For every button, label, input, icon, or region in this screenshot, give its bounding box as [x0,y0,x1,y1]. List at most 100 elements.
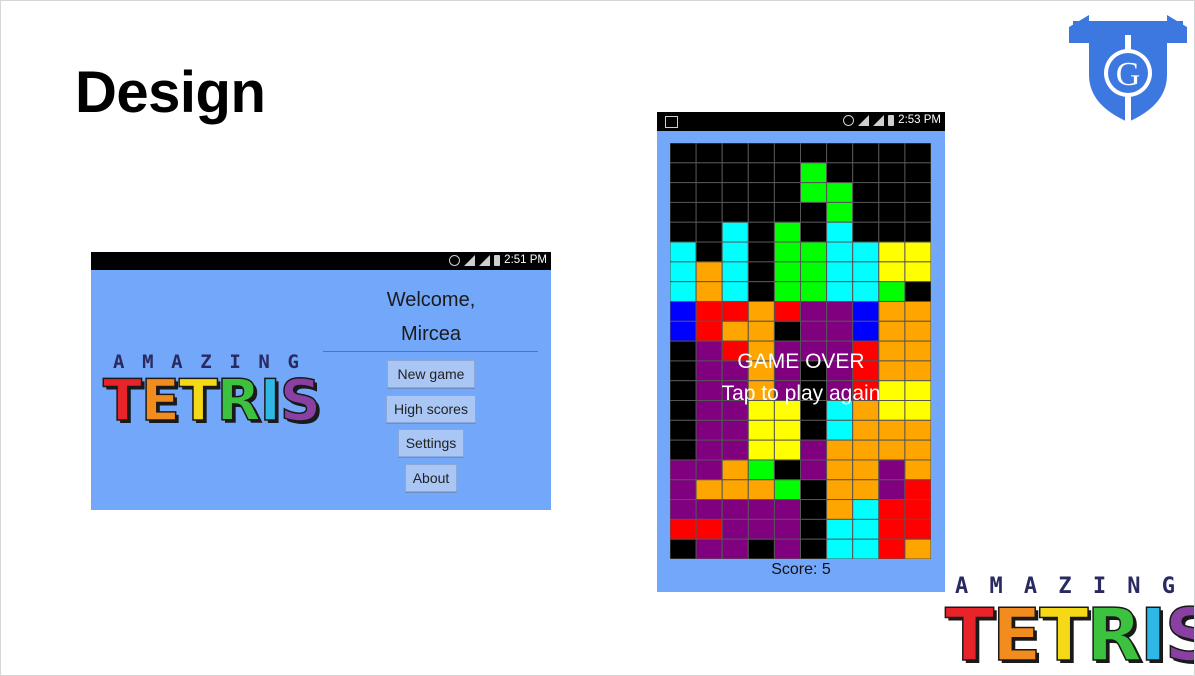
menu-screenshot: 2:51 PM AMAZING TETRIS Welcome, Mircea N… [91,252,551,510]
cell-signal-icon [873,114,885,126]
board-cell [904,538,931,559]
board-cell [747,182,775,203]
board-cell [670,143,697,164]
game-screenshot: 2:53 PM GAME OVER Tap to play again Scor… [657,112,945,592]
board-cell [721,538,749,559]
board-cell [773,518,802,540]
status-time: 2:51 PM [504,254,547,266]
board-cell [747,162,775,184]
board-cell [852,162,880,184]
status-bar: 2:53 PM [657,112,945,131]
board-cell [878,300,906,322]
board-cell [670,261,697,283]
board-cell [670,459,697,481]
board-cell [773,143,802,164]
board-cell [852,320,880,342]
board-cell [852,499,880,520]
board-cell [747,499,775,520]
score-label: Score: 5 [771,561,831,578]
tap-to-play-text[interactable]: Tap to play again [657,382,945,406]
board-cell [800,281,828,302]
settings-button[interactable]: Settings [398,429,464,457]
board-cell [747,261,775,283]
board-cell [695,162,723,184]
board-cell [800,439,828,461]
new-game-button[interactable]: New game [387,360,475,388]
board-cell [747,281,775,302]
board-cell [695,241,723,263]
board-cell [878,419,906,441]
logo-tetris-letter: R [216,368,261,434]
board-cell [721,143,749,164]
board-cell [904,162,931,184]
board-cell [800,518,828,540]
board-cell [670,281,697,302]
board-cell [695,459,723,481]
board-cell [800,320,828,342]
logo-tetris-letter: I [259,368,282,434]
board-cell [878,439,906,461]
board-cell [878,241,906,263]
board-cell [904,201,931,223]
board-cell [721,281,749,302]
board-cell [800,143,828,164]
board-cell [670,479,697,501]
board-cell [800,201,828,223]
board-cell [670,439,697,461]
logo-tetris-letter: T [178,368,218,434]
board-cell [747,201,775,223]
board-cell [695,538,723,559]
board-cell [852,518,880,540]
board-cell [878,221,906,243]
board-cell [695,143,723,164]
board-cell [878,518,906,540]
board-cell [826,479,854,501]
logo-tetris-letter: T [1039,593,1090,676]
board-cell [747,479,775,501]
user-name: Mircea [400,323,461,345]
board-cell [852,182,880,203]
board-cell [852,201,880,223]
board-cell [800,459,828,481]
board-cell [904,300,931,322]
board-cell [773,419,802,441]
board-cell [852,538,880,559]
logo-tetris-letter: T [944,593,995,676]
board-cell [773,162,802,184]
board-cell [747,300,775,322]
board-cell [878,143,906,164]
logo-tetris-letter: S [1164,598,1194,672]
board-cell [852,143,880,164]
logo-tetris-letter: R [1086,593,1143,676]
board-cell [904,320,931,342]
board-cell [773,479,802,501]
board-cell [721,419,749,441]
board-cell [878,459,906,481]
board-cell [721,320,749,342]
board-cell [747,439,775,461]
board-cell [695,182,723,203]
board-cell [695,439,723,461]
wifi-signal-icon [858,114,870,126]
board-cell [904,281,931,302]
board-cell [852,300,880,322]
board-cell [878,261,906,283]
alarm-icon [843,114,855,126]
board-cell [904,518,931,540]
board-cell [721,518,749,540]
board-cell [826,221,854,243]
board-cell [852,221,880,243]
board-cell [695,201,723,223]
board-cell [800,499,828,520]
board-cell [852,261,880,283]
about-button[interactable]: About [405,464,457,492]
board-cell [773,439,802,461]
board-cell [695,499,723,520]
alarm-icon [449,254,461,266]
board-cell [826,300,854,322]
high-scores-button[interactable]: High scores [386,395,476,423]
board-cell [826,439,854,461]
board-cell [878,538,906,559]
board-cell [721,499,749,520]
board-cell [747,518,775,540]
